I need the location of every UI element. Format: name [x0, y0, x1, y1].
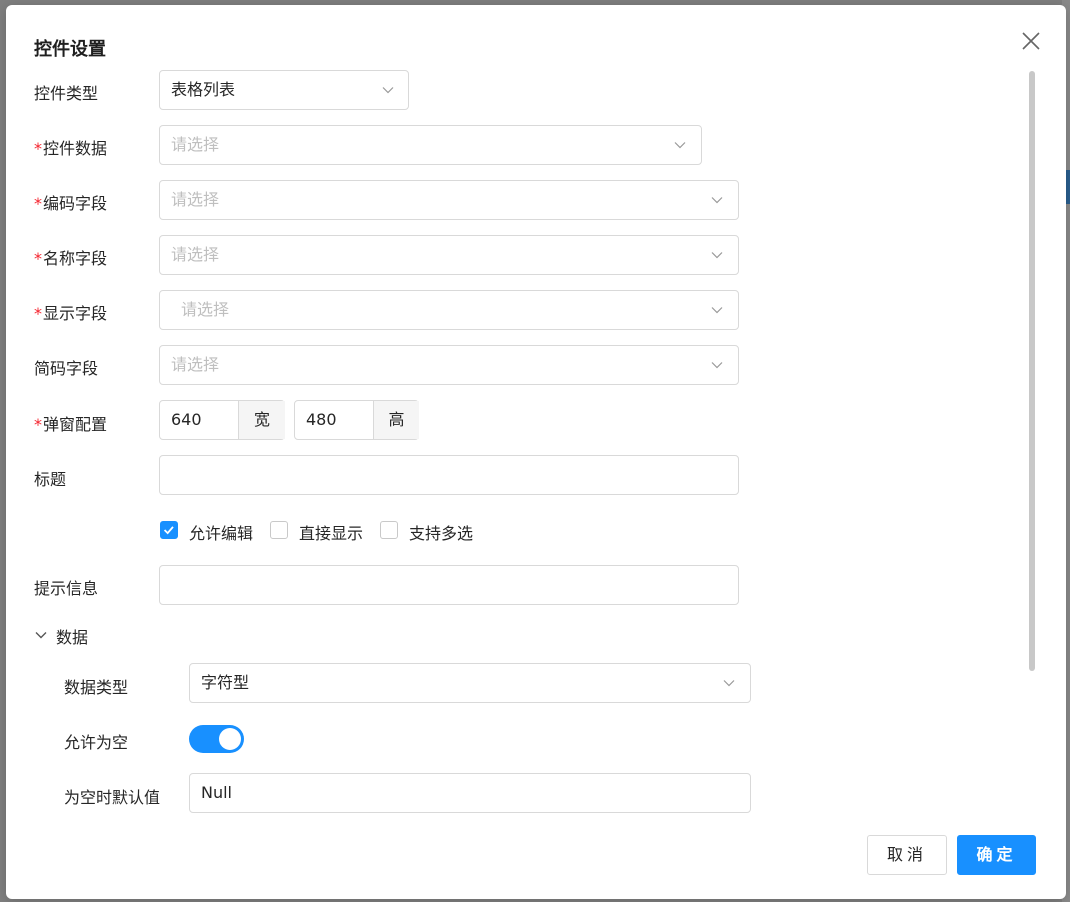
chevron-down-icon — [711, 307, 723, 314]
display-field-placeholder: 请选择 — [181, 300, 230, 319]
popup-width-value: 640 — [171, 410, 202, 429]
multi-select-checkbox[interactable] — [380, 521, 398, 539]
control-type-select[interactable]: 表格列表 — [159, 70, 409, 110]
popup-height-input[interactable]: 480 高 — [294, 400, 419, 440]
hint-input[interactable] — [159, 565, 739, 605]
control-data-label: *控件数据 — [34, 139, 108, 158]
close-icon[interactable] — [1020, 30, 1042, 52]
hint-field-label: 提示信息 — [34, 579, 99, 598]
data-section-header[interactable]: 数据 — [56, 624, 88, 648]
name-field-select[interactable]: 请选择 — [159, 235, 739, 275]
control-data-select[interactable]: 请选择 — [159, 125, 702, 165]
popup-width-input[interactable]: 640 宽 — [159, 400, 285, 440]
display-field-select[interactable]: 请选择 — [159, 290, 739, 330]
data-type-value: 字符型 — [201, 673, 250, 692]
control-type-label: 控件类型 — [34, 84, 99, 103]
null-default-label: 为空时默认值 — [64, 788, 161, 807]
control-settings-dialog: 控件设置 控件类型 表格列表 *控件数据 请选择 *编码字段 请选择 *名称字段… — [6, 5, 1066, 899]
code-field-select[interactable]: 请选择 — [159, 180, 739, 220]
code-field-label: *编码字段 — [34, 194, 108, 213]
chevron-down-icon — [674, 142, 686, 149]
allow-edit-label[interactable]: 允许编辑 — [189, 520, 253, 544]
direct-display-label[interactable]: 直接显示 — [299, 520, 363, 544]
null-default-value: Null — [201, 783, 232, 802]
chevron-down-icon — [711, 252, 723, 259]
data-type-label: 数据类型 — [64, 678, 129, 697]
cancel-button[interactable]: 取消 — [867, 835, 947, 875]
direct-display-checkbox[interactable] — [270, 521, 288, 539]
name-field-placeholder: 请选择 — [171, 245, 220, 264]
chevron-down-icon[interactable] — [34, 628, 48, 642]
popup-width-unit: 宽 — [238, 401, 285, 439]
control-data-placeholder: 请选择 — [171, 135, 220, 154]
chevron-down-icon — [723, 680, 735, 687]
short-code-field-placeholder: 请选择 — [171, 355, 220, 374]
popup-height-unit: 高 — [373, 401, 419, 439]
switch-knob — [219, 728, 241, 750]
allow-edit-checkbox[interactable] — [160, 521, 178, 539]
popup-config-label: *弹窗配置 — [34, 415, 108, 434]
title-field-label: 标题 — [34, 470, 67, 489]
check-icon — [163, 526, 174, 535]
chevron-down-icon — [711, 362, 723, 369]
chevron-down-icon — [382, 87, 394, 94]
short-code-field-select[interactable]: 请选择 — [159, 345, 739, 385]
chevron-down-icon — [711, 197, 723, 204]
short-code-field-label: 简码字段 — [34, 359, 99, 378]
name-field-label: *名称字段 — [34, 249, 108, 268]
control-type-value: 表格列表 — [171, 80, 236, 99]
allow-null-switch[interactable] — [189, 725, 244, 753]
scrollbar-thumb[interactable] — [1029, 71, 1035, 671]
code-field-placeholder: 请选择 — [171, 190, 220, 209]
ok-button[interactable]: 确定 — [957, 835, 1036, 875]
display-field-label: *显示字段 — [34, 304, 108, 323]
allow-null-label: 允许为空 — [64, 733, 129, 752]
null-default-input[interactable]: Null — [189, 773, 751, 813]
title-input[interactable] — [159, 455, 739, 495]
data-type-select[interactable]: 字符型 — [189, 663, 751, 703]
dialog-title: 控件设置 — [34, 39, 106, 60]
popup-height-value: 480 — [306, 410, 337, 429]
multi-select-label[interactable]: 支持多选 — [409, 520, 473, 544]
